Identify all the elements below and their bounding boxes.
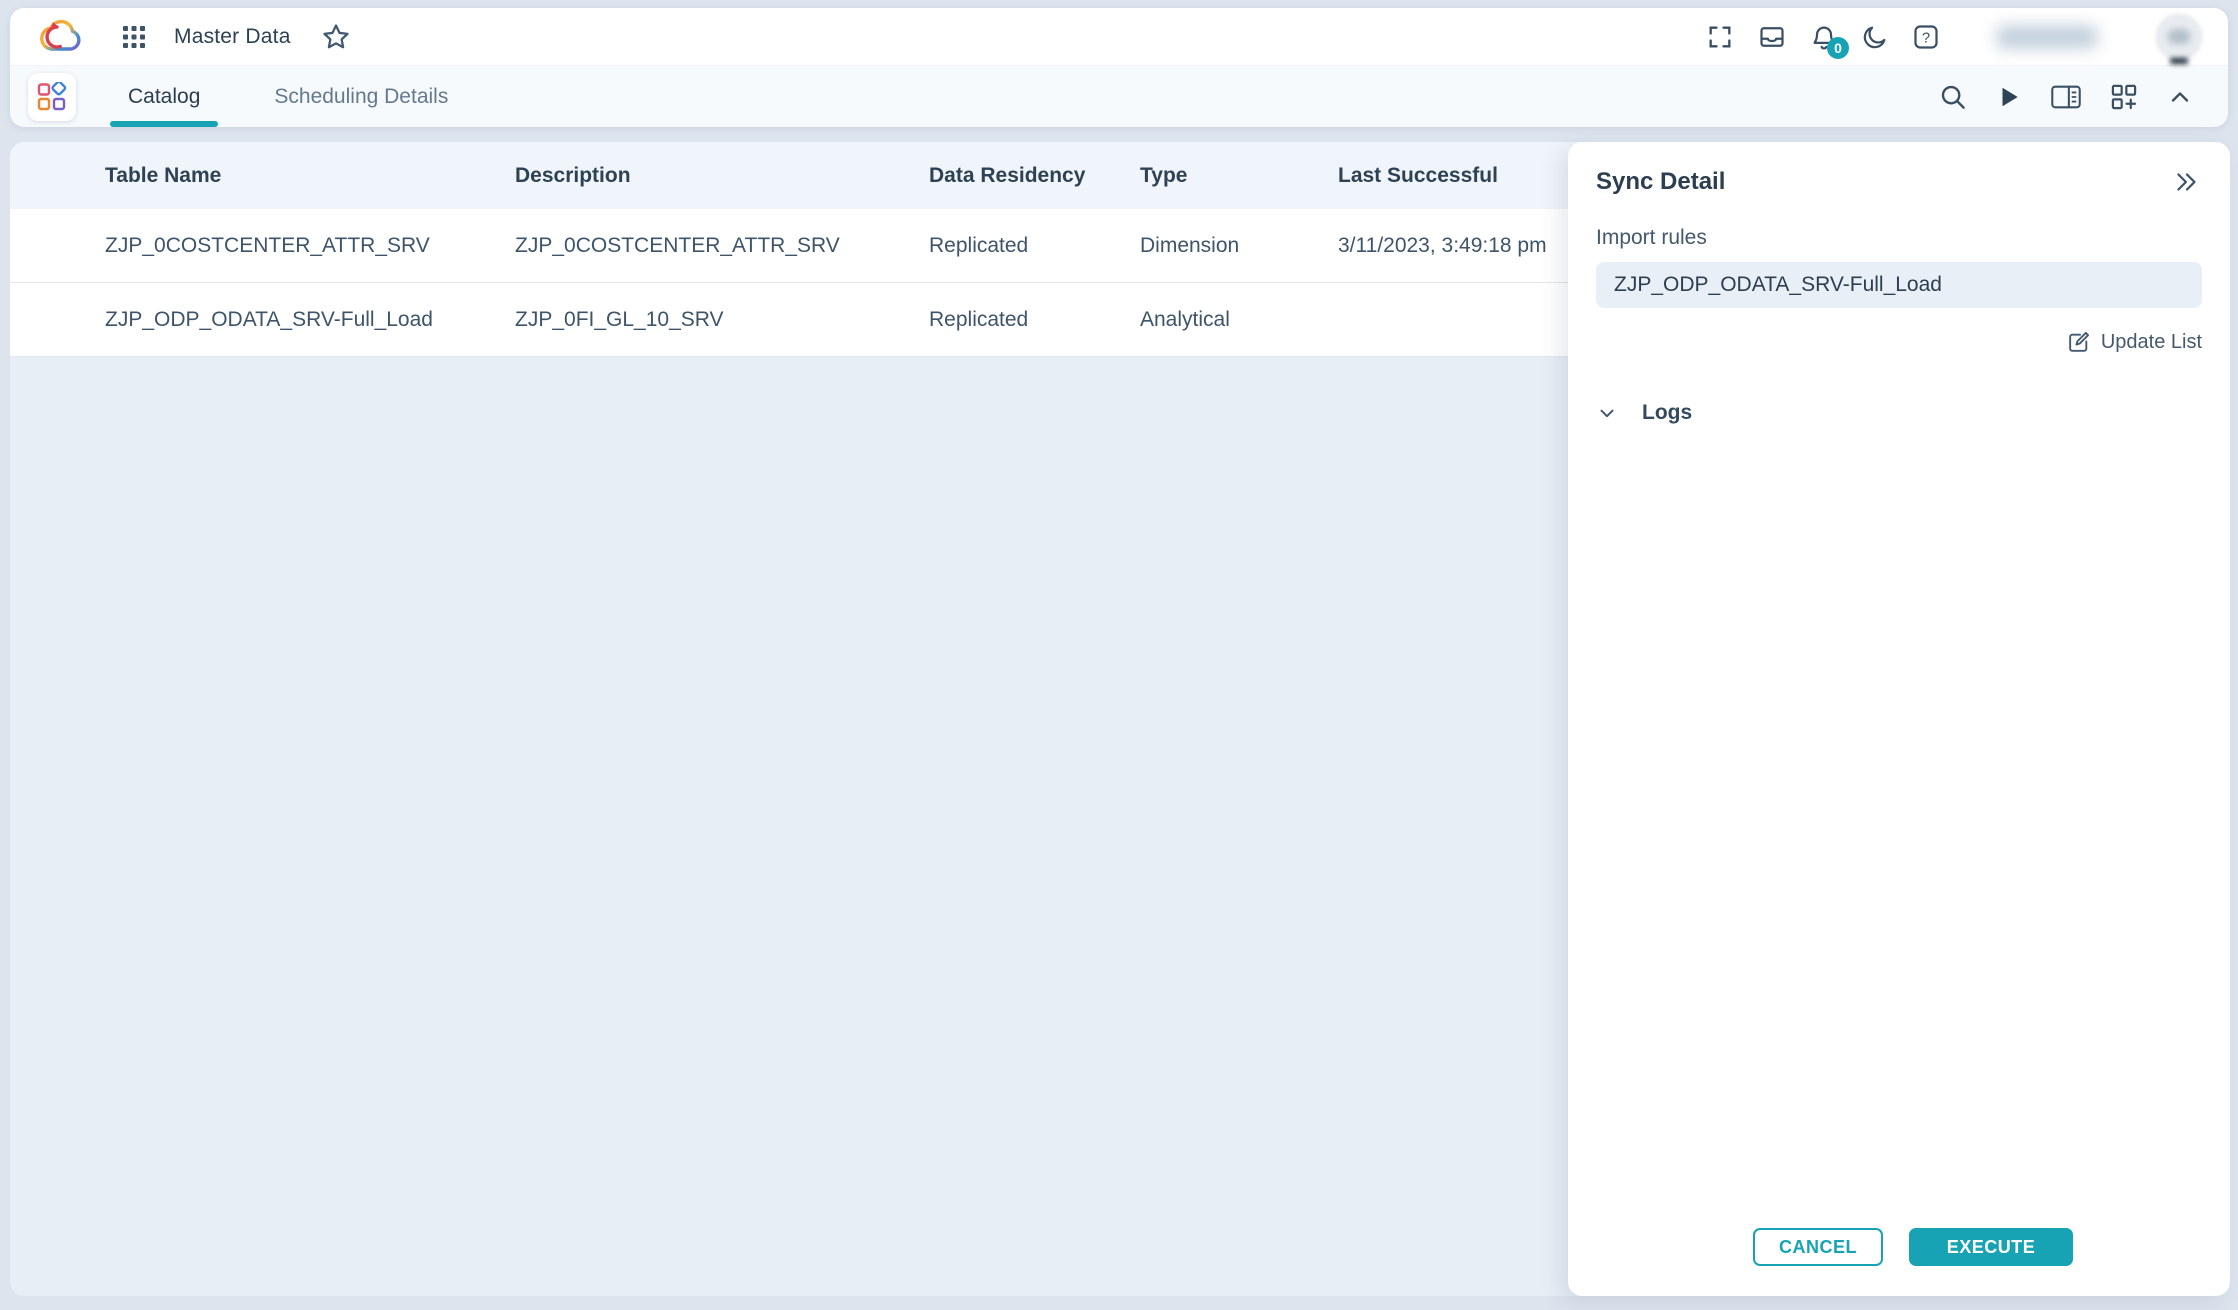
tenant-name-blurred[interactable] <box>1997 26 2097 48</box>
cell-type: Dimension <box>1140 234 1338 258</box>
tab-bar: Catalog Scheduling Details <box>126 66 450 127</box>
notification-count-badge: 0 <box>1827 37 1849 59</box>
toolbar-actions <box>1938 82 2194 112</box>
top-header-bar: Master Data <box>10 8 2228 65</box>
cell-table-name: ZJP_0COSTCENTER_ATTR_SRV <box>105 234 515 258</box>
panel-title: Sync Detail <box>1596 168 1725 196</box>
inbox-icon[interactable] <box>1757 23 1787 51</box>
collapse-double-chevron-right-icon[interactable] <box>2172 169 2202 195</box>
logs-section-toggle[interactable]: Logs <box>1596 401 2202 425</box>
logs-label: Logs <box>1642 401 1692 425</box>
add-widget-icon[interactable] <box>2110 83 2138 111</box>
avatar-menu-chevron <box>2170 58 2188 64</box>
cell-data-residency: Replicated <box>929 234 1140 258</box>
search-icon[interactable] <box>1938 82 1968 112</box>
column-header-table-name[interactable]: Table Name <box>105 164 515 188</box>
edit-icon <box>2066 330 2091 355</box>
panel-footer: CANCEL EXECUTE <box>1582 1228 2238 1266</box>
tab-scheduling-details[interactable]: Scheduling Details <box>272 66 450 127</box>
page-title: Master Data <box>174 25 291 49</box>
update-list-link[interactable]: Update List <box>1596 330 2202 355</box>
avatar-initials-blurred <box>2168 29 2190 44</box>
dark-mode-moon-icon[interactable] <box>1861 23 1889 51</box>
svg-text:?: ? <box>1922 30 1930 46</box>
notifications-bell-icon[interactable]: 0 <box>1810 22 1838 52</box>
column-header-data-residency[interactable]: Data Residency <box>929 164 1140 188</box>
update-list-label: Update List <box>2101 331 2202 354</box>
side-panel-icon[interactable] <box>2050 83 2082 111</box>
cell-data-residency: Replicated <box>929 308 1140 332</box>
toolbar: Catalog Scheduling Details <box>10 65 2228 127</box>
help-icon[interactable]: ? <box>1912 23 1940 51</box>
cancel-button[interactable]: CANCEL <box>1753 1228 1883 1266</box>
import-rules-input[interactable]: ZJP_ODP_ODATA_SRV-Full_Load <box>1596 262 2202 308</box>
header-actions: 0 ? <box>1706 14 2202 60</box>
favorite-star-icon[interactable] <box>321 22 351 52</box>
run-play-icon[interactable] <box>1996 83 2022 111</box>
header-card: Master Data <box>10 8 2228 126</box>
import-rules-value: ZJP_ODP_ODATA_SRV-Full_Load <box>1614 273 1942 297</box>
import-rules-label: Import rules <box>1596 226 2202 250</box>
fullscreen-icon[interactable] <box>1706 23 1734 51</box>
app-grid-icon[interactable] <box>122 25 146 49</box>
cell-description: ZJP_0FI_GL_10_SRV <box>515 308 929 332</box>
sync-detail-panel: Sync Detail Import rules ZJP_ODP_ODATA_S… <box>1568 142 2230 1296</box>
app-tile-icon[interactable] <box>28 73 76 121</box>
avatar[interactable] <box>2156 14 2202 60</box>
cell-table-name: ZJP_ODP_ODATA_SRV-Full_Load <box>105 308 515 332</box>
tab-catalog[interactable]: Catalog <box>126 66 202 127</box>
chevron-down-icon <box>1596 402 1618 424</box>
collapse-up-icon[interactable] <box>2166 83 2194 111</box>
execute-button[interactable]: EXECUTE <box>1909 1228 2073 1266</box>
column-header-type[interactable]: Type <box>1140 164 1338 188</box>
master-data-app: Master Data <box>0 0 2238 1310</box>
cell-description: ZJP_0COSTCENTER_ATTR_SRV <box>515 234 929 258</box>
cell-type: Analytical <box>1140 308 1338 332</box>
cloud-logo-icon[interactable] <box>40 16 88 57</box>
column-header-description[interactable]: Description <box>515 164 929 188</box>
